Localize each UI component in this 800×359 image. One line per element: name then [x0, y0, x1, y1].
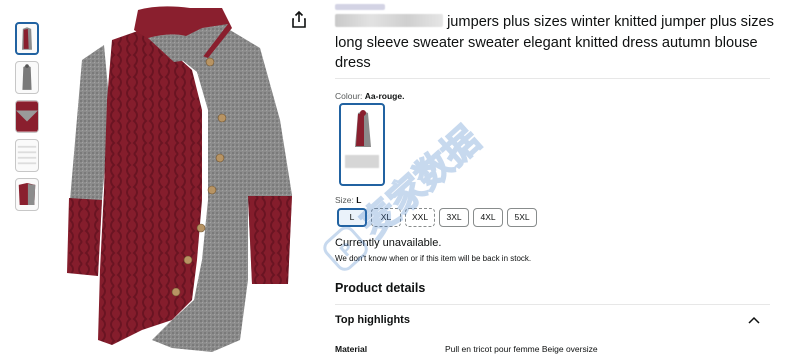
material-key: Material [335, 344, 368, 354]
divider [335, 304, 770, 305]
redacted-title-prefix [335, 14, 443, 27]
product-main-image[interactable] [52, 0, 314, 359]
thumbnail-3[interactable] [15, 100, 39, 133]
material-value: Pull en tricot pour femme Beige oversize [445, 344, 598, 354]
top-highlights-toggle[interactable]: Top highlights [335, 314, 410, 326]
size-options: L XL XXL 3XL 4XL 5XL [337, 208, 538, 227]
size-option-l[interactable]: L [337, 208, 367, 227]
thumbnail-list [15, 22, 43, 217]
redacted-swatch-label [345, 155, 379, 168]
size-label: Size: L [335, 195, 362, 205]
share-icon[interactable] [289, 10, 309, 30]
availability-status: Currently unavailable. [335, 237, 442, 249]
thumbnail-1[interactable] [15, 22, 39, 55]
product-details-heading: Product details [335, 281, 426, 295]
size-value: L [356, 195, 362, 205]
size-option-xxl[interactable]: XXL [405, 208, 436, 227]
watermark: P 麦家数据 [300, 90, 510, 300]
size-option-3xl[interactable]: 3XL [439, 208, 470, 227]
chevron-up-icon[interactable] [747, 313, 761, 325]
colour-option-aa-rouge[interactable] [339, 103, 385, 186]
product-title: jumpers plus sizes winter knitted jumper… [335, 12, 775, 74]
colour-value: Aa-rouge. [364, 91, 405, 101]
thumbnail-5[interactable] [15, 178, 39, 211]
availability-note: We don't know when or if this item will … [335, 254, 532, 263]
divider [335, 78, 770, 79]
colour-label: Colour: Aa-rouge. [335, 91, 405, 101]
size-option-5xl[interactable]: 5XL [507, 208, 538, 227]
thumbnail-4[interactable] [15, 139, 39, 172]
size-option-4xl[interactable]: 4XL [473, 208, 504, 227]
size-option-xl[interactable]: XL [371, 208, 401, 227]
redacted-brand [335, 4, 385, 10]
thumbnail-2[interactable] [15, 61, 39, 94]
